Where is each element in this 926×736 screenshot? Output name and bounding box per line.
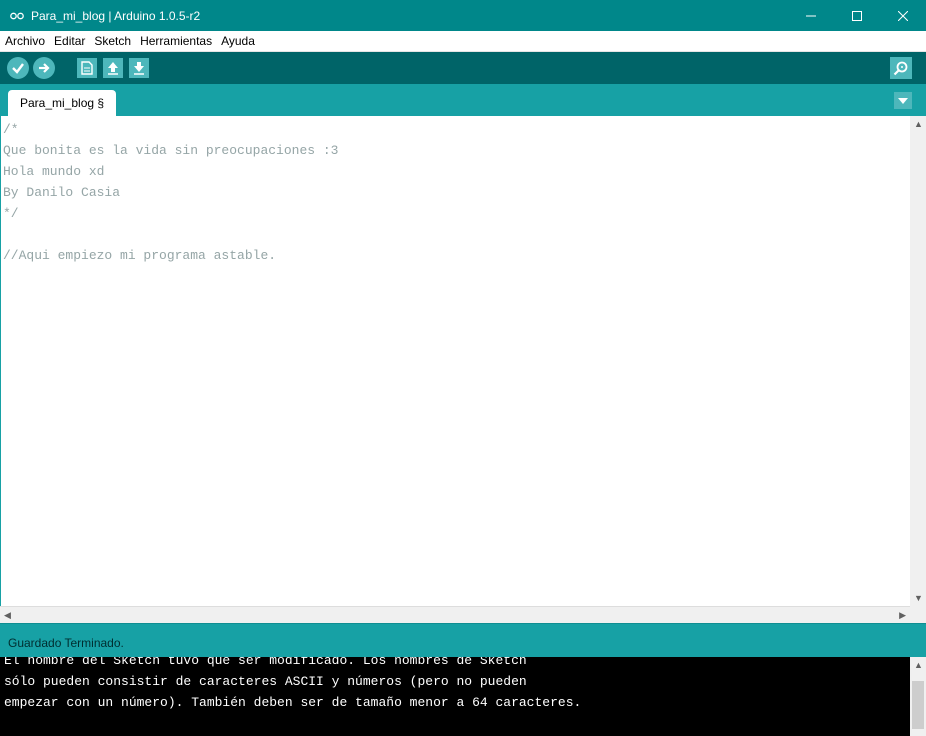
new-button[interactable] [77,58,97,78]
code-editor[interactable]: /* Que bonita es la vida sin preocupacio… [0,116,911,606]
console-line: sólo pueden consistir de caracteres ASCI… [4,674,527,689]
window-title: Para_mi_blog | Arduino 1.0.5-r2 [31,8,201,23]
editor-horizontal-scrollbar[interactable]: ◀ ▶ [0,606,910,624]
scroll-right-icon[interactable]: ▶ [899,610,906,621]
minimize-button[interactable] [788,0,834,31]
console-line: El nombre del Sketch tuvo que ser modifi… [4,657,527,668]
maximize-button[interactable] [834,0,880,31]
tab-para-mi-blog[interactable]: Para_mi_blog § [8,90,117,116]
code-line: By Danilo Casia [3,185,121,200]
scroll-corner [910,606,926,623]
console-scrollbar[interactable]: ▲ [910,657,926,736]
scroll-up-icon[interactable]: ▲ [914,119,923,129]
verify-button[interactable] [7,57,29,79]
check-icon [12,63,24,74]
status-message: Guardado Terminado. [8,636,124,650]
serial-monitor-button[interactable] [890,57,912,79]
code-line: /* [3,122,19,137]
close-button[interactable] [880,0,926,31]
menu-herramientas[interactable]: Herramientas [135,34,216,48]
triangle-down-icon [898,97,908,104]
arduino-logo-icon [10,11,24,21]
code-line: Que bonita es la vida sin preocupaciones… [3,143,339,158]
arrow-down-icon [134,62,144,75]
menu-ayuda[interactable]: Ayuda [216,34,259,48]
arrow-right-icon [39,63,50,73]
menu-archivo[interactable]: Archivo [0,34,49,48]
console-scroll-thumb[interactable] [912,681,924,729]
document-icon [81,61,93,75]
close-icon [898,10,908,21]
save-button[interactable] [129,58,149,78]
tab-menu-button[interactable] [894,92,912,109]
menu-bar: Archivo Editar Sketch Herramientas Ayuda [0,31,926,52]
magnifier-icon [893,61,908,76]
open-button[interactable] [103,58,123,78]
arrow-up-icon [108,62,118,75]
console-line: empezar con un número). También deben se… [4,695,582,710]
toolbar [0,52,926,84]
menu-editar[interactable]: Editar [49,34,89,48]
upload-button[interactable] [33,57,55,79]
tabs-bar: Para_mi_blog § [0,84,926,116]
title-bar: Para_mi_blog | Arduino 1.0.5-r2 [0,0,926,31]
menu-sketch[interactable]: Sketch [89,34,135,48]
code-area[interactable]: /* Que bonita es la vida sin preocupacio… [3,119,338,266]
status-bar: Guardado Terminado. [0,623,926,658]
console-output[interactable]: El nombre del Sketch tuvo que ser modifi… [0,657,910,736]
scroll-left-icon[interactable]: ◀ [4,610,11,621]
code-line: Hola mundo xd [3,164,105,179]
editor-vertical-scrollbar[interactable]: ▲ ▼ [910,116,926,606]
minimize-icon [806,15,816,16]
scroll-down-icon[interactable]: ▼ [914,593,923,603]
console-scroll-up-icon[interactable]: ▲ [914,660,923,670]
maximize-icon [852,10,862,21]
code-line: //Aqui empiezo mi programa astable. [3,248,277,263]
code-line: */ [3,206,19,221]
